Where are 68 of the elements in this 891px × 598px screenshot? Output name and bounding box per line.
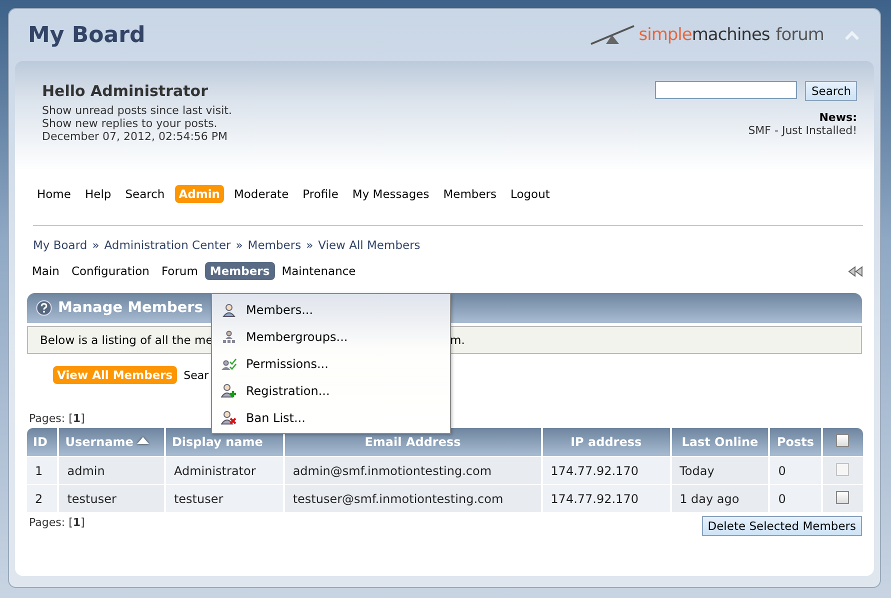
help-icon[interactable]: [36, 300, 52, 316]
checkbox[interactable]: [836, 490, 850, 504]
menu-tab[interactable]: Help: [80, 185, 116, 203]
breadcrumb-link[interactable]: My Board: [33, 238, 88, 252]
description-text: m.: [450, 333, 465, 347]
logo-text: simple: [638, 25, 692, 45]
logo-text: machines: [692, 25, 770, 45]
search-button[interactable]: Search: [805, 81, 857, 101]
pages-text: Pages: [1]: [29, 516, 85, 529]
user-link[interactable]: Show unread posts since last visit.: [42, 104, 232, 117]
menu-tab[interactable]: My Messages: [348, 185, 434, 203]
breadcrumb-separator: »: [236, 238, 243, 252]
section-tab[interactable]: Configuration: [66, 262, 154, 280]
menu-tab[interactable]: Moderate: [230, 185, 293, 203]
forum-title: My Board: [28, 22, 146, 48]
date-text: December 07, 2012, 02:54:56 PM: [42, 130, 229, 143]
section-tab[interactable]: Forum: [156, 262, 203, 280]
menu-tab[interactable]: Logout: [506, 185, 554, 203]
sort-icon: [137, 437, 150, 444]
table-cell: 174.77.92.170: [542, 457, 670, 484]
table-cell: 0: [770, 457, 821, 484]
menu-item[interactable]: Membergroups...: [212, 323, 450, 350]
table-cell: 0: [770, 485, 821, 512]
breadcrumb-link[interactable]: Members: [248, 238, 302, 252]
table-cell: testuser: [59, 485, 164, 512]
table-cell: testuser: [166, 485, 283, 512]
menu-item[interactable]: Registration...: [212, 377, 450, 404]
greeting: Hello Administrator: [42, 82, 209, 100]
pages-text: Pages: [1]: [29, 412, 85, 425]
news-label: News:: [819, 111, 857, 124]
table-cell: 1 day ago: [672, 485, 768, 512]
collapse-menu-icon[interactable]: [848, 266, 864, 276]
search-field[interactable]: [655, 81, 798, 99]
table-cell: 2: [27, 485, 58, 512]
person-icon: [222, 302, 236, 316]
breadcrumb-link[interactable]: View All Members: [318, 238, 420, 252]
sub-tab[interactable]: Sear: [180, 366, 213, 384]
table-cell: 1: [27, 457, 58, 484]
menu-item[interactable]: Permissions...: [212, 350, 450, 377]
table-cell: 174.77.92.170: [542, 485, 670, 512]
menu-tab[interactable]: Search: [121, 185, 169, 203]
person-cross-icon: [221, 410, 237, 425]
user-link[interactable]: Show new replies to your posts.: [42, 117, 232, 130]
person-plus-icon: [221, 383, 237, 398]
menu-tab[interactable]: Home: [33, 185, 75, 203]
lever-icon: [590, 24, 636, 46]
table-cell: admin@smf.inmotiontesting.com: [284, 457, 541, 484]
table-cell: Today: [672, 457, 768, 484]
menu-tab[interactable]: Profile: [298, 185, 342, 203]
group-icon: [222, 330, 236, 344]
table-cell: admin: [59, 457, 164, 484]
section-tab[interactable]: Main: [27, 262, 64, 280]
section-tab[interactable]: Maintenance: [276, 262, 361, 280]
breadcrumb-separator: »: [92, 238, 100, 252]
menu-item[interactable]: Ban List...: [212, 404, 450, 431]
person-check-icon: [221, 356, 237, 370]
table-cell: Administrator: [166, 457, 283, 484]
logo-text: forum: [776, 25, 824, 45]
checkbox[interactable]: [836, 434, 850, 447]
delete-button[interactable]: Delete Selected Members: [702, 516, 862, 536]
breadcrumb-link[interactable]: Administration Center: [104, 238, 231, 252]
menu-item[interactable]: Members...: [212, 296, 450, 323]
news-text: SMF - Just Installed!: [748, 124, 857, 137]
table-cell: testuser@smf.inmotiontesting.com: [284, 485, 541, 512]
breadcrumb-separator: »: [306, 238, 314, 252]
section-title: Manage Members: [58, 300, 203, 316]
section-tab[interactable]: Members: [204, 262, 275, 280]
menu-tab[interactable]: Members: [439, 185, 500, 203]
